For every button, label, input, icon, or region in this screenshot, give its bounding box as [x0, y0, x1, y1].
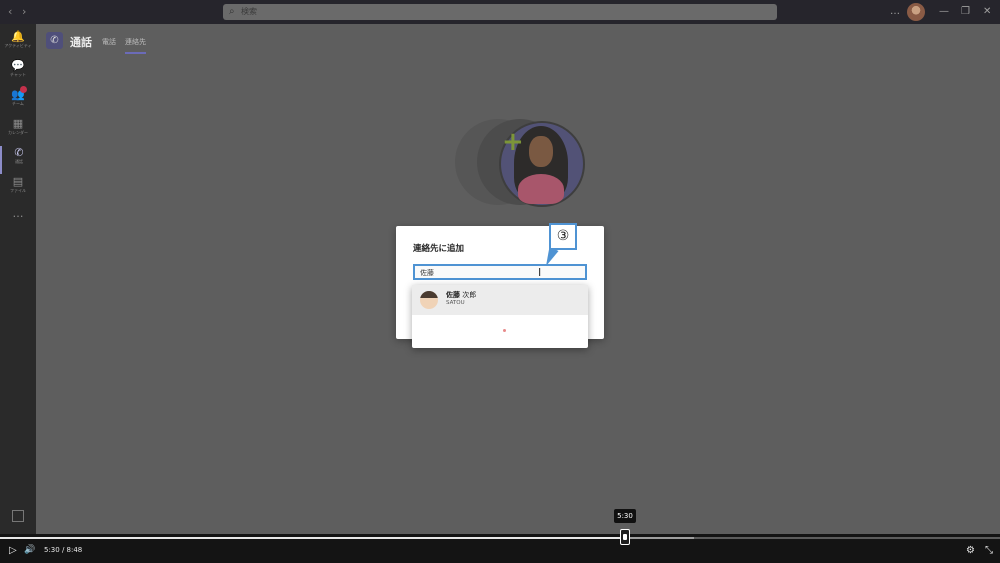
- play-icon[interactable]: ▷: [9, 545, 17, 556]
- bell-icon: 🔔: [11, 30, 25, 43]
- suggestion-dropdown: 佐藤 次郎 SATOU: [412, 285, 588, 348]
- exit-fullscreen-icon[interactable]: ⤡: [985, 545, 993, 556]
- close-icon[interactable]: ✕: [983, 6, 991, 17]
- suggestion-name-rest: 次郎: [460, 291, 477, 299]
- loading-dot: [503, 329, 506, 332]
- avatar-hair: [420, 291, 438, 298]
- plus-icon: +: [502, 127, 524, 157]
- rail-item-activity[interactable]: 🔔 アクティビティ: [0, 30, 36, 58]
- left-rail: 🔔 アクティビティ 💬 チャット 👥 チーム ▦ カレンダー ✆ 通話 ▤ ファ…: [0, 24, 36, 534]
- scrubber-handle[interactable]: [620, 529, 630, 545]
- rail-label: ファイル: [10, 188, 26, 193]
- progress-played: [0, 537, 625, 539]
- dialog-title: 連絡先に追加: [413, 244, 465, 254]
- chat-icon: 💬: [11, 59, 25, 72]
- time-display: 5:30 / 8:48: [44, 546, 83, 554]
- suggestion-name: 佐藤 次郎: [446, 290, 476, 300]
- rail-item-calendar[interactable]: ▦ カレンダー: [0, 117, 36, 145]
- text-cursor-icon: I: [538, 266, 542, 279]
- file-icon: ▤: [12, 175, 24, 188]
- settings-icon[interactable]: ⚙: [966, 545, 975, 556]
- input-value: 佐藤: [420, 269, 434, 277]
- rail-item-chat[interactable]: 💬 チャット: [0, 59, 36, 87]
- suggestion-subtitle: SATOU: [446, 300, 465, 306]
- phone-icon: ✆: [14, 146, 24, 159]
- notification-badge: [20, 86, 27, 93]
- apps-icon[interactable]: [12, 510, 24, 522]
- more-options-icon[interactable]: …: [890, 6, 900, 17]
- page-title: 通話: [70, 36, 92, 49]
- calendar-icon: ▦: [12, 117, 24, 130]
- forward-icon[interactable]: ›: [22, 5, 26, 18]
- rail-label: カレンダー: [8, 130, 28, 135]
- restore-icon[interactable]: ❐: [961, 6, 970, 17]
- rail-label: チーム: [12, 101, 24, 106]
- search-icon: ⌕: [229, 6, 235, 17]
- rail-label: アクティビティ: [4, 43, 32, 48]
- step-callout: ③: [549, 223, 577, 250]
- rail-label: 通話: [15, 159, 23, 164]
- suggestion-name-match: 佐藤: [446, 291, 460, 299]
- minimize-icon[interactable]: —: [939, 6, 949, 17]
- illustration-face: [529, 136, 553, 167]
- tab-contacts[interactable]: 連絡先: [125, 37, 146, 54]
- search-box[interactable]: ⌕ 検索: [223, 4, 777, 20]
- back-icon[interactable]: ‹: [8, 5, 12, 18]
- rail-item-calls[interactable]: ✆ 通話: [0, 146, 36, 174]
- teams-icon: 👥: [11, 88, 25, 101]
- main-content: ✆ 通話 電話 連絡先 + 連絡先に追加 佐藤 I ③ 佐藤 次郎 SATOU: [36, 24, 1000, 534]
- scrubber-grip: [623, 534, 627, 540]
- suggestion-item[interactable]: 佐藤 次郎 SATOU: [412, 285, 588, 315]
- rail-more-apps[interactable]: …: [0, 207, 36, 235]
- contact-search-input[interactable]: 佐藤 I: [413, 264, 587, 280]
- more-icon: …: [12, 207, 24, 220]
- phone-icon: ✆: [46, 32, 63, 49]
- time-tooltip: 5:30: [614, 509, 636, 523]
- rail-label: チャット: [10, 72, 26, 77]
- rail-item-files[interactable]: ▤ ファイル: [0, 175, 36, 203]
- user-avatar[interactable]: [907, 3, 925, 21]
- contact-avatar: [420, 291, 438, 309]
- step-number: ③: [556, 228, 570, 244]
- title-bar: ‹ › ⌕ 検索 … — ❐ ✕: [0, 0, 1000, 24]
- tab-phone[interactable]: 電話: [102, 37, 116, 47]
- illustration-body: [518, 174, 564, 204]
- rail-item-teams[interactable]: 👥 チーム: [0, 86, 36, 116]
- search-placeholder: 検索: [241, 7, 257, 16]
- volume-icon[interactable]: 🔊: [24, 545, 35, 555]
